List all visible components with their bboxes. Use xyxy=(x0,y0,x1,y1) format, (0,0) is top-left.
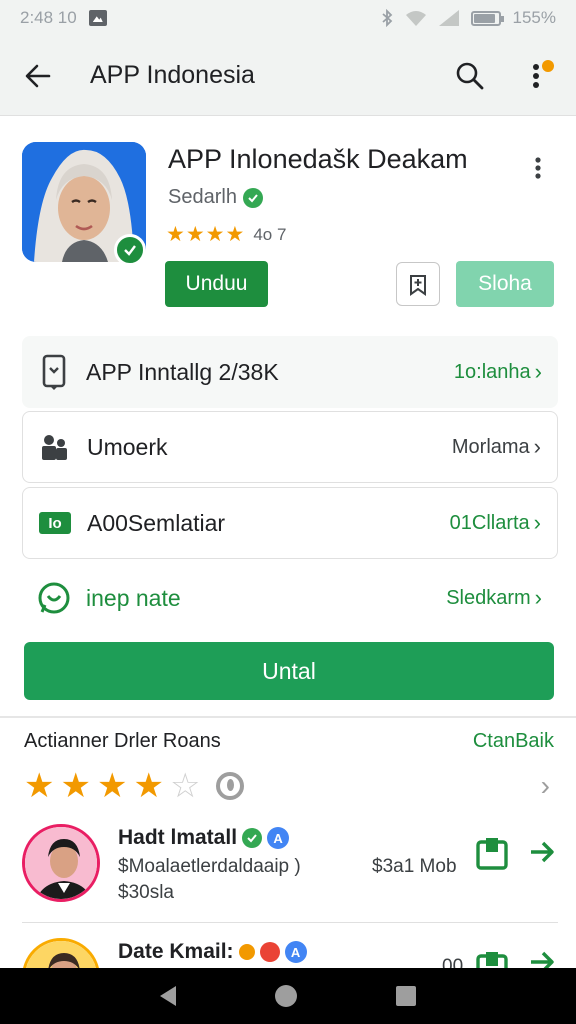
chevron-right-icon: › xyxy=(534,359,542,384)
info-row-value: Morlama › xyxy=(451,434,541,459)
status-bar: 2:48 10 155% xyxy=(0,0,576,36)
avatar xyxy=(22,938,100,968)
nav-back-icon[interactable] xyxy=(159,986,176,1006)
info-row-value: Sledkarm › xyxy=(446,585,542,610)
star-icons: ★ ★ ★ ★ ☆ xyxy=(24,766,200,806)
refresh-icon xyxy=(216,772,245,800)
verified-check-icon xyxy=(242,187,263,208)
review-price: 00 xyxy=(442,956,464,968)
reviews-title: Actianner Drler Roans xyxy=(24,730,221,752)
badge-icon xyxy=(238,944,255,960)
user-badge-icon: A xyxy=(284,941,307,963)
rating-stars: ★★★★ xyxy=(166,223,246,246)
review-price: $3a1 Mob xyxy=(372,856,457,877)
info-row-label: A00Semlatiar xyxy=(87,509,226,536)
nav-recents-icon[interactable] xyxy=(396,986,417,1006)
more-vert-icon xyxy=(535,157,541,179)
phone-download-icon xyxy=(34,352,74,392)
signal-icon xyxy=(438,10,459,26)
reviews-header: Actianner Drler Roans CtanBaik xyxy=(24,730,554,753)
info-row-size[interactable]: Io A00Semlatiar 01Cllarta › xyxy=(22,487,558,559)
battery-icon xyxy=(470,10,504,26)
chevron-right-icon: › xyxy=(533,510,541,535)
bookmark-add-icon xyxy=(410,275,426,296)
chevron-right-icon: › xyxy=(533,434,541,459)
arrow-forward-icon xyxy=(531,841,554,863)
nav-home-icon[interactable] xyxy=(274,985,297,1007)
battery-percent: 155% xyxy=(512,8,556,27)
review-divider xyxy=(22,922,558,923)
info-row-label: Umoerk xyxy=(87,433,168,460)
main-action-button[interactable]: Untal xyxy=(24,642,554,700)
user-badge-icon: A xyxy=(267,827,290,849)
review-subtitle: $Moalaetlerdaldaaip ) xyxy=(118,856,301,877)
developer-name: Sedarlh xyxy=(168,186,237,208)
status-time: 2:48 10 xyxy=(20,8,77,27)
badge-icon xyxy=(259,942,280,962)
app-header: APP Inlonedašk Deakam Sedarlh ★★★★ 4o 7 … xyxy=(22,130,556,320)
star-icon: ★ xyxy=(60,767,91,805)
info-row-label: APP Inntallg 2/38K xyxy=(86,358,279,385)
info-row-label: inep nate xyxy=(86,584,181,611)
star-icon: ☆ xyxy=(169,767,201,805)
avatar xyxy=(22,824,100,902)
info-row-installs[interactable]: APP Inntallg 2/38K 1o:lanha › xyxy=(22,336,558,408)
people-icon xyxy=(35,427,75,467)
reviews-star-rating[interactable]: ★ ★ ★ ★ ☆ xyxy=(24,766,245,806)
reviewer-name: Date Kmail: A xyxy=(118,940,307,964)
bluetooth-icon xyxy=(381,9,392,27)
search-icon xyxy=(456,62,484,89)
review-item[interactable]: Date Kmail: A 00 xyxy=(22,936,558,968)
install-button[interactable]: Unduu xyxy=(165,261,268,307)
more-vert-icon xyxy=(533,63,539,88)
star-icon: ★ xyxy=(96,767,128,805)
review-subtitle-2: $30sla xyxy=(118,882,174,903)
notification-dot xyxy=(542,59,554,72)
info-row-developer[interactable]: Umoerk Morlama › xyxy=(22,411,558,483)
reviews-see-all-link[interactable]: CtanBaik xyxy=(473,730,554,753)
info-row-value: 1o:lanha › xyxy=(453,359,542,384)
share-button[interactable]: Sloha xyxy=(456,261,554,307)
verified-badge-icon xyxy=(114,234,146,266)
section-divider xyxy=(0,716,576,718)
gallery-notification-icon xyxy=(88,10,107,26)
open-button[interactable] xyxy=(474,836,510,872)
whatsapp-icon xyxy=(34,578,74,618)
wishlist-button[interactable] xyxy=(396,262,440,306)
app-name: APP Inlonedašk Deakam xyxy=(168,144,468,174)
rating-text: 4o 7 xyxy=(253,224,287,244)
open-in-app-icon xyxy=(476,838,508,870)
star-icon: ★ xyxy=(24,767,55,805)
chevron-right-icon[interactable]: › xyxy=(541,770,550,802)
search-button[interactable] xyxy=(450,56,490,96)
arrow-forward-icon xyxy=(531,951,554,968)
info-row-value: 01Cllarta › xyxy=(449,510,541,535)
star-icon: ★ xyxy=(133,767,164,805)
review-item[interactable]: Hadt lmatall A $Moalaetlerdaldaaip ) $30… xyxy=(22,820,558,920)
forward-button[interactable] xyxy=(528,948,556,968)
rating-row: ★★★★ 4o 7 xyxy=(166,222,286,247)
developer-row[interactable]: Sedarlh xyxy=(168,186,263,209)
back-button[interactable] xyxy=(20,58,56,94)
system-nav-bar xyxy=(0,968,576,1024)
io-badge-icon: Io xyxy=(35,503,75,543)
reviewer-name: Hadt lmatall A xyxy=(118,826,290,850)
verified-check-icon xyxy=(242,828,263,848)
arrow-back-icon xyxy=(25,64,51,87)
chevron-right-icon: › xyxy=(534,585,542,610)
overflow-menu-button[interactable] xyxy=(516,56,556,96)
app-bar: APP Indonesia xyxy=(0,36,576,116)
open-in-app-icon xyxy=(476,952,508,968)
open-button[interactable] xyxy=(474,950,510,968)
forward-button[interactable] xyxy=(528,838,556,866)
page-title: APP Indonesia xyxy=(90,61,255,89)
info-row-contact[interactable]: inep nate Sledkarm › xyxy=(22,562,558,634)
app-more-button[interactable] xyxy=(524,148,552,188)
wifi-icon xyxy=(405,11,426,26)
